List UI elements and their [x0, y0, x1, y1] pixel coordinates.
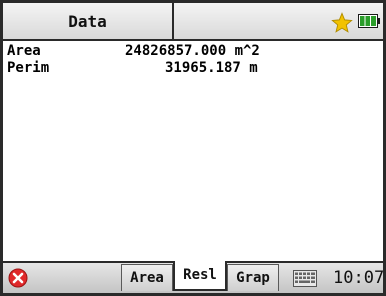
tab-area[interactable]: Area — [121, 264, 173, 291]
keyboard-icon[interactable] — [293, 270, 317, 287]
app-screen: Data Area 24826857.000 m^2 Perim 31965.1… — [0, 0, 386, 296]
page-title[interactable]: Data — [3, 3, 174, 39]
result-row-perimeter: Perim 31965.187 m — [7, 60, 379, 77]
tab-graph[interactable]: Grap — [227, 264, 279, 291]
perimeter-value: 31965.187 m — [165, 60, 258, 76]
tab-results[interactable]: Resl — [173, 261, 227, 291]
close-icon[interactable] — [8, 268, 28, 288]
perimeter-label: Perim — [7, 60, 50, 76]
area-label: Area — [7, 43, 41, 59]
results-panel: Area 24826857.000 m^2 Perim 31965.187 m — [7, 43, 379, 77]
star-icon[interactable] — [331, 12, 353, 34]
battery-icon — [358, 14, 380, 28]
title-bar: Data — [3, 3, 383, 41]
bottom-toolbar: Area Resl Grap 10:07 — [3, 261, 385, 293]
result-row-area: Area 24826857.000 m^2 — [7, 43, 379, 60]
clock: 10:07 — [333, 268, 385, 288]
area-value: 24826857.000 m^2 — [125, 43, 260, 59]
